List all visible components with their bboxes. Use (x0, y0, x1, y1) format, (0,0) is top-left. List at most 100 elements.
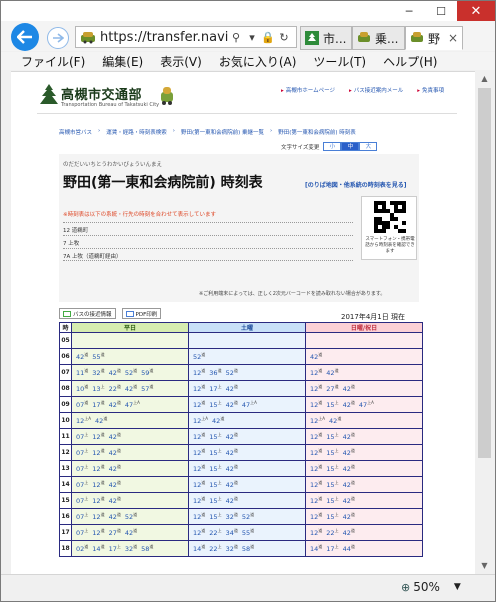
departure-minute[interactable]: 42道 (226, 496, 238, 505)
scroll-thumb[interactable] (478, 88, 491, 458)
departure-minute[interactable]: 12道 (310, 496, 322, 505)
departure-minute[interactable]: 12道 (193, 384, 205, 393)
departure-minute[interactable]: 42道 (125, 384, 137, 393)
departure-minute[interactable]: 12上A (193, 416, 208, 425)
departure-minute[interactable]: 15上 (326, 496, 338, 505)
departure-minute[interactable]: 17上 (209, 384, 221, 393)
departure-minute[interactable]: 52道 (125, 368, 137, 377)
departure-minute[interactable]: 42道 (343, 480, 355, 489)
departure-minute[interactable]: 34道 (226, 528, 238, 537)
menu-tools[interactable]: ツール(T) (313, 53, 366, 70)
departure-minute[interactable]: 07上 (76, 528, 88, 537)
menu-help[interactable]: ヘルプ(H) (383, 53, 437, 70)
departure-minute[interactable]: 12道 (193, 496, 205, 505)
departure-minute[interactable]: 42道 (109, 496, 121, 505)
departure-minute[interactable]: 32道 (92, 368, 104, 377)
departure-minute[interactable]: 15上 (209, 432, 221, 441)
departure-minute[interactable]: 42道 (76, 352, 88, 361)
close-window-button[interactable]: ✕ (457, 1, 495, 21)
breadcrumb-item[interactable]: 野田(第一東和会病院前) 乗継一覧 (181, 128, 264, 136)
departure-minute[interactable]: 17上 (109, 544, 121, 553)
departure-minute[interactable]: 32道 (226, 512, 238, 521)
scroll-up-icon[interactable]: ▲ (476, 71, 493, 87)
tab-3-active[interactable]: 野 × (405, 26, 463, 50)
departure-minute[interactable]: 42道 (343, 448, 355, 457)
departure-minute[interactable]: 15上 (209, 480, 221, 489)
departure-minute[interactable]: 12道 (193, 512, 205, 521)
departure-minute[interactable]: 59道 (141, 368, 153, 377)
departure-minute[interactable]: 12上A (76, 416, 91, 425)
departure-minute[interactable]: 12道 (92, 432, 104, 441)
departure-minute[interactable]: 07上 (76, 432, 88, 441)
refresh-icon[interactable]: ↻ (276, 31, 292, 44)
departure-minute[interactable]: 42道 (109, 368, 121, 377)
departure-minute[interactable]: 12道 (92, 480, 104, 489)
departure-minute[interactable]: 22上 (209, 528, 221, 537)
vertical-scrollbar[interactable]: ▲ ▼ (476, 71, 493, 574)
departure-minute[interactable]: 42道 (226, 480, 238, 489)
departure-minute[interactable]: 15上 (326, 464, 338, 473)
departure-minute[interactable]: 42道 (310, 352, 322, 361)
back-button[interactable] (11, 23, 39, 51)
departure-minute[interactable]: 42道 (343, 496, 355, 505)
departure-minute[interactable]: 12道 (310, 400, 322, 409)
departure-minute[interactable]: 15上 (326, 480, 338, 489)
scroll-down-icon[interactable]: ▼ (476, 558, 493, 574)
departure-minute[interactable]: 52道 (226, 368, 238, 377)
departure-minute[interactable]: 14道 (310, 544, 322, 553)
departure-minute[interactable]: 15上 (326, 512, 338, 521)
departure-minute[interactable]: 42道 (109, 512, 121, 521)
departure-minute[interactable]: 55道 (242, 528, 254, 537)
departure-minute[interactable]: 42道 (109, 448, 121, 457)
departure-minute[interactable]: 42道 (226, 464, 238, 473)
departure-minute[interactable]: 42道 (109, 432, 121, 441)
menu-favorites[interactable]: お気に入り(A) (219, 53, 297, 70)
zoom-dropdown-icon[interactable]: ▼ (454, 582, 461, 592)
departure-minute[interactable]: 11道 (76, 368, 88, 377)
departure-minute[interactable]: 15上 (209, 464, 221, 473)
menu-edit[interactable]: 編集(E) (102, 53, 143, 70)
minimize-button[interactable]: ─ (393, 1, 425, 21)
zoom-control[interactable]: ⊕ 50% ▼ (401, 580, 461, 594)
departure-minute[interactable]: 07上 (76, 512, 88, 521)
breadcrumb-item[interactable]: 高槻市営バス (59, 128, 92, 136)
departure-minute[interactable]: 12道 (92, 512, 104, 521)
departure-minute[interactable]: 42道 (326, 368, 338, 377)
departure-minute[interactable]: 52道 (125, 512, 137, 521)
departure-minute[interactable]: 12道 (310, 368, 322, 377)
departure-minute[interactable]: 07上 (76, 496, 88, 505)
site-title[interactable]: 高槻市交通部 (61, 84, 142, 103)
departure-minute[interactable]: 15上 (326, 448, 338, 457)
departure-minute[interactable]: 42道 (109, 464, 121, 473)
departure-minute[interactable]: 42道 (343, 384, 355, 393)
departure-minute[interactable]: 22上 (209, 544, 221, 553)
departure-minute[interactable]: 42道 (109, 480, 121, 489)
departure-minute[interactable]: 52道 (193, 352, 205, 361)
menu-view[interactable]: 表示(V) (160, 53, 202, 70)
departure-minute[interactable]: 36道 (209, 368, 221, 377)
font-size-small-button[interactable]: 小 (323, 142, 342, 151)
tab-2[interactable]: 乗... (352, 26, 405, 50)
departure-minute[interactable]: 32道 (226, 544, 238, 553)
tab-1[interactable]: 市... (300, 26, 352, 50)
departure-minute[interactable]: 27道 (326, 384, 338, 393)
link-disclaimer[interactable]: 免責事項 (417, 86, 444, 94)
departure-minute[interactable]: 15上 (326, 432, 338, 441)
dropdown-icon[interactable]: ▾ (244, 31, 260, 44)
pdf-print-button[interactable]: PDF印刷 (121, 308, 162, 319)
departure-minute[interactable]: 42道 (226, 384, 238, 393)
departure-minute[interactable]: 42道 (343, 464, 355, 473)
departure-minute[interactable]: 42道 (226, 400, 238, 409)
close-tab-icon[interactable]: × (448, 31, 458, 45)
departure-minute[interactable]: 12道 (310, 480, 322, 489)
departure-minute[interactable]: 12道 (310, 464, 322, 473)
departure-minute[interactable]: 42道 (343, 528, 355, 537)
departure-minute[interactable]: 15上 (209, 400, 221, 409)
departure-minute[interactable]: 12道 (193, 368, 205, 377)
departure-minute[interactable]: 12道 (310, 448, 322, 457)
departure-minute[interactable]: 14道 (193, 544, 205, 553)
link-bus-approach-mail[interactable]: バス接近案内メール (349, 86, 404, 94)
departure-minute[interactable]: 47上A (125, 400, 140, 409)
departure-minute[interactable]: 12道 (310, 512, 322, 521)
departure-minute[interactable]: 12道 (193, 480, 205, 489)
